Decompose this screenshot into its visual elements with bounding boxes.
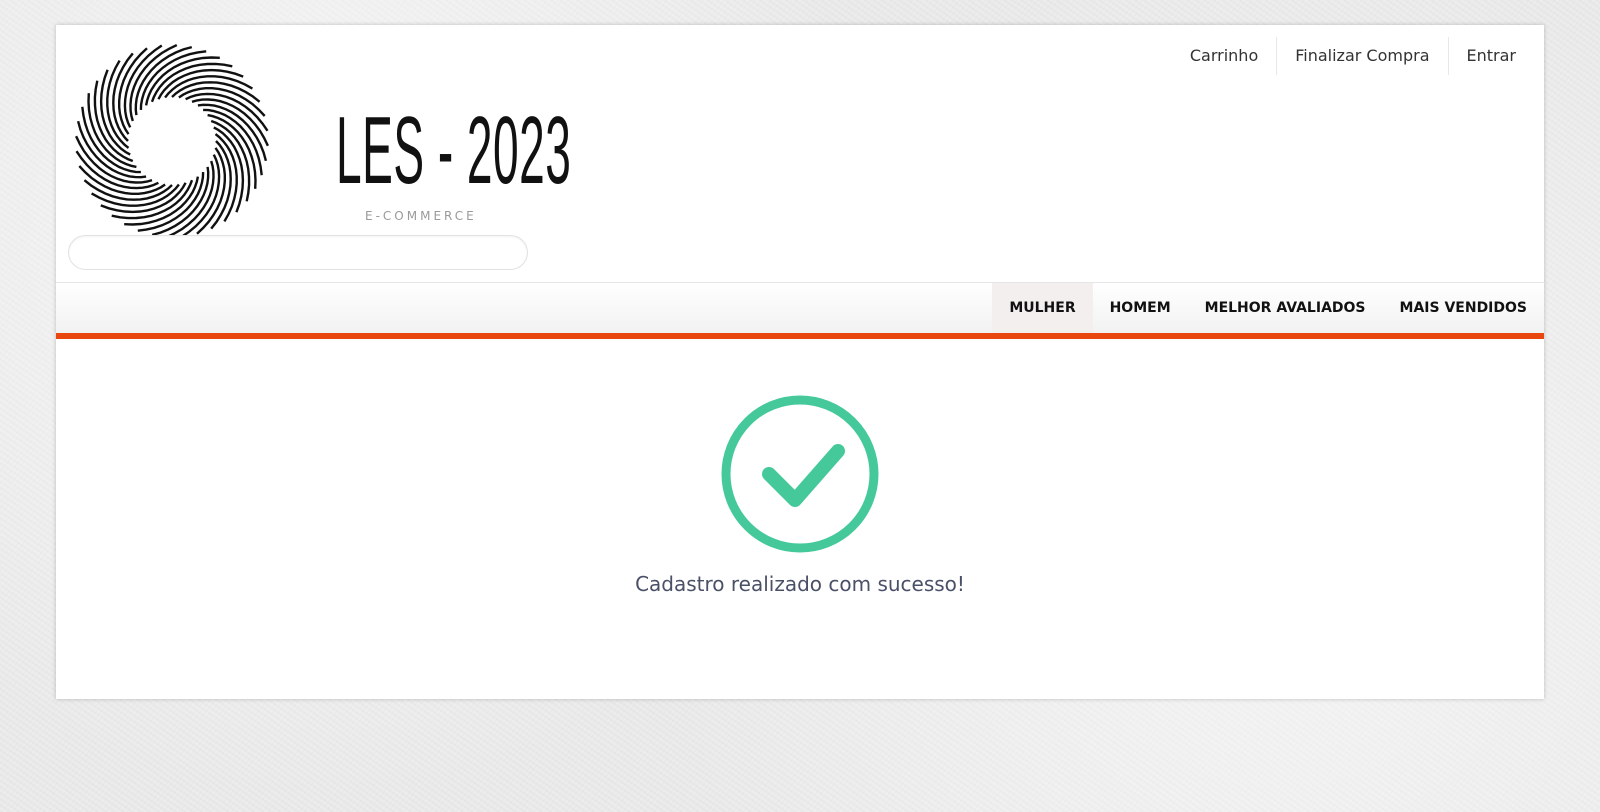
cart-link[interactable]: Carrinho (1172, 37, 1276, 75)
success-message: Cadastro realizado com sucesso! (635, 572, 965, 596)
top-links: Carrinho Finalizar Compra Entrar (1172, 37, 1534, 75)
checkout-link[interactable]: Finalizar Compra (1276, 37, 1447, 75)
spiral-logo-icon (75, 44, 269, 238)
logo-subtitle: E-COMMERCE (365, 209, 477, 223)
nav-item-mais-vendidos[interactable]: MAIS VENDIDOS (1383, 283, 1544, 333)
nav-item-melhor-avaliados[interactable]: MELHOR AVALIADOS (1188, 283, 1383, 333)
nav-item-mulher[interactable]: MULHER (992, 283, 1093, 333)
nav-item-homem[interactable]: HOMEM (1093, 283, 1188, 333)
page-container: LES - 2023 E-COMMERCE Carrinho Finalizar… (56, 25, 1544, 699)
site-logo[interactable]: LES - 2023 E-COMMERCE (72, 41, 571, 241)
logo-title: LES - 2023 (336, 97, 572, 204)
main-content: Cadastro realizado com sucesso! (56, 339, 1544, 700)
main-navigation: MULHER HOMEM MELHOR AVALIADOS MAIS VENDI… (56, 282, 1544, 339)
nav-items: MULHER HOMEM MELHOR AVALIADOS MAIS VENDI… (992, 283, 1544, 333)
site-header: LES - 2023 E-COMMERCE Carrinho Finalizar… (56, 25, 1544, 282)
check-circle-icon (721, 395, 879, 553)
search-input[interactable] (68, 235, 528, 270)
login-link[interactable]: Entrar (1447, 37, 1534, 75)
